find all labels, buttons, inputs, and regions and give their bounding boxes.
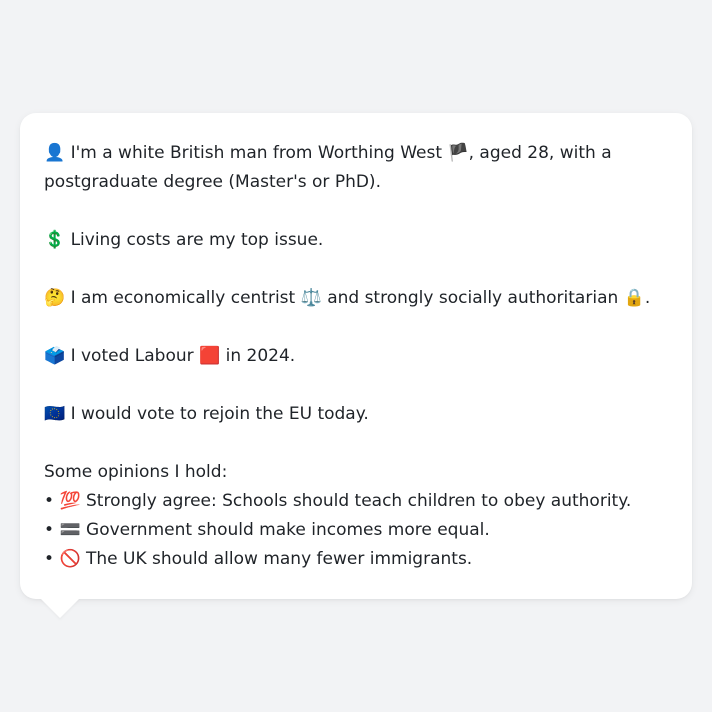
thinking-face-icon: 🤔 (44, 288, 66, 308)
england-flag-icon: 🏴 (447, 143, 469, 163)
vote-text-1: I voted Labour (70, 346, 194, 366)
bullet-point: • (44, 491, 55, 511)
ideology-text-3: . (644, 288, 651, 308)
dollar-icon: 💲 (44, 230, 66, 250)
prohibited-icon: 🚫 (59, 549, 81, 569)
chat-message-bubble: 👤 I'm a white British man from Worthing … (20, 113, 692, 599)
vote-text-2: in 2024. (225, 346, 296, 366)
speech-bubble-tail (40, 598, 80, 618)
opinion-item: • 💯 Strongly agree: Schools should teach… (44, 487, 668, 516)
bullet-point: • (44, 549, 55, 569)
eu-flag-icon: 🇪🇺 (44, 404, 66, 424)
opinion-item: • 🟰 Government should make incomes more … (44, 516, 668, 545)
vote-line: 🗳️ I voted Labour 🟥 in 2024. (44, 342, 668, 371)
opinions-heading: Some opinions I hold: (44, 462, 228, 482)
ballot-box-icon: 🗳️ (44, 346, 66, 366)
profile-line: 👤 I'm a white British man from Worthing … (44, 139, 624, 197)
red-square-icon: 🟥 (199, 346, 221, 366)
ideology-text-2: and strongly socially authoritarian (327, 288, 619, 308)
eu-text: I would vote to rejoin the EU today. (70, 404, 369, 424)
ideology-text-1: I am economically centrist (70, 288, 296, 308)
bullet-point: • (44, 520, 55, 540)
equals-icon: 🟰 (59, 520, 81, 540)
opinion-text: Government should make incomes more equa… (86, 520, 490, 540)
opinion-text: Strongly agree: Schools should teach chi… (86, 491, 632, 511)
hundred-points-icon: 💯 (59, 491, 81, 511)
opinion-item: • 🚫 The UK should allow many fewer immig… (44, 545, 668, 574)
eu-line: 🇪🇺 I would vote to rejoin the EU today. (44, 400, 668, 429)
top-issue-text: Living costs are my top issue. (70, 230, 324, 250)
ideology-line: 🤔 I am economically centrist ⚖️ and stro… (44, 284, 668, 313)
profile-text-start: I'm a white British man from Worthing We… (70, 143, 443, 163)
person-icon: 👤 (44, 143, 66, 163)
balance-scale-icon: ⚖️ (300, 288, 322, 308)
lock-icon: 🔒 (623, 288, 645, 308)
opinion-text: The UK should allow many fewer immigrant… (86, 549, 473, 569)
top-issue-line: 💲 Living costs are my top issue. (44, 226, 668, 255)
